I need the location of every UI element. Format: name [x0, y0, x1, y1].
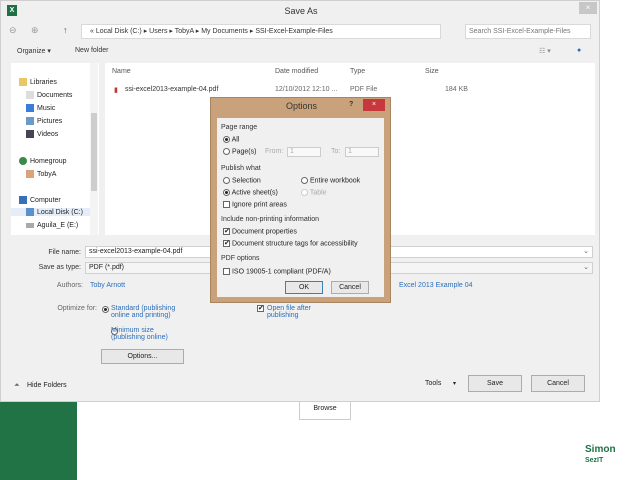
- publish-what-heading: Publish what: [221, 165, 261, 172]
- ok-button[interactable]: OK: [285, 281, 323, 294]
- file-type: PDF File: [350, 86, 378, 93]
- file-name-label: File name:: [48, 249, 81, 256]
- breadcrumb-item[interactable]: Local Disk (C:): [96, 28, 142, 35]
- save-button[interactable]: Save: [468, 375, 522, 392]
- help-icon[interactable]: ●: [577, 47, 581, 54]
- document-properties-checkbox[interactable]: ✔ Document properties: [223, 228, 297, 235]
- tools-menu[interactable]: Tools: [425, 380, 441, 387]
- column-type[interactable]: Type: [350, 68, 365, 75]
- sidebar-item-tobya[interactable]: TobyA: [26, 170, 56, 178]
- pdf-icon: ▮: [114, 87, 118, 94]
- back-icon[interactable]: ⊖: [9, 25, 17, 36]
- column-name[interactable]: Name: [112, 68, 131, 75]
- standard-label[interactable]: Standard (publishing online and printing…: [111, 305, 191, 319]
- sidebar-item-aguila[interactable]: Aguila_E (E:): [26, 222, 78, 229]
- sidebar-item-documents[interactable]: Documents: [26, 91, 72, 99]
- file-size: 184 KB: [445, 86, 468, 93]
- new-folder-button[interactable]: New folder: [75, 47, 108, 54]
- sidebar-item-computer[interactable]: Computer: [19, 196, 61, 204]
- all-radio[interactable]: All: [223, 136, 239, 143]
- standard-radio[interactable]: [102, 306, 109, 313]
- sidebar-item-local-disk[interactable]: Local Disk (C:): [11, 208, 91, 216]
- page-range-heading: Page range: [221, 124, 258, 131]
- search-input[interactable]: Search SSI-Excel-Example-Files: [465, 24, 591, 39]
- sidebar-item-libraries[interactable]: Libraries: [19, 78, 57, 86]
- navigation-pane: Libraries Documents Music Pictures Video…: [11, 63, 99, 235]
- sidebar-item-videos[interactable]: Videos: [26, 130, 58, 138]
- save-type-label: Save as type:: [38, 264, 81, 271]
- sidebar-item-pictures[interactable]: Pictures: [26, 117, 62, 125]
- from-spinner[interactable]: 1: [287, 147, 321, 157]
- file-date: 12/10/2012 12:10 ...: [275, 86, 338, 93]
- options-cancel-button[interactable]: Cancel: [331, 281, 369, 294]
- simonsezit-logo: Simon SezIT: [585, 444, 616, 465]
- breadcrumb-item[interactable]: SSI-Excel-Example-Files: [255, 28, 332, 35]
- pdf-options-heading: PDF options: [221, 255, 260, 262]
- breadcrumb-item[interactable]: Users: [149, 28, 167, 35]
- tools-dropdown-icon[interactable]: ▾: [453, 380, 456, 387]
- open-after-checkbox[interactable]: ✔: [257, 305, 264, 312]
- options-dialog: Options ? × Page range All Page(s) From:…: [210, 97, 391, 303]
- open-after-label[interactable]: Open file after publishing: [267, 305, 327, 319]
- close-button[interactable]: ×: [579, 2, 597, 14]
- active-sheets-radio[interactable]: Active sheet(s): [223, 189, 278, 196]
- sidebar-item-music[interactable]: Music: [26, 104, 55, 112]
- options-button[interactable]: Options...: [101, 349, 184, 364]
- to-label: To:: [331, 148, 341, 155]
- title-value[interactable]: Excel 2013 Example 04: [399, 282, 473, 289]
- view-icon[interactable]: ☷ ▾: [539, 47, 551, 55]
- column-size[interactable]: Size: [425, 68, 439, 75]
- forward-icon[interactable]: ⊕: [31, 25, 39, 36]
- to-spinner[interactable]: 1: [345, 147, 379, 157]
- help-button[interactable]: ?: [349, 101, 353, 108]
- selection-radio[interactable]: Selection: [223, 177, 261, 184]
- non-printing-heading: Include non-printing information: [221, 216, 320, 223]
- sidebar-item-homegroup[interactable]: Homegroup: [19, 157, 67, 165]
- breadcrumb-item[interactable]: My Documents: [201, 28, 248, 35]
- breadcrumb-overflow[interactable]: «: [90, 28, 94, 35]
- excel-green-panel: [0, 402, 77, 480]
- column-date[interactable]: Date modified: [275, 68, 318, 75]
- dialog-title: Save As: [284, 6, 318, 16]
- iso-checkbox[interactable]: ISO 19005-1 compliant (PDF/A): [223, 268, 331, 275]
- authors-value[interactable]: Toby Arnott: [90, 282, 125, 289]
- options-close-button[interactable]: ×: [363, 99, 385, 111]
- authors-label: Authors:: [56, 282, 83, 289]
- breadcrumb-item[interactable]: TobyA: [175, 28, 194, 35]
- sidebar-scroll-thumb[interactable]: [91, 113, 97, 191]
- from-label: From:: [265, 148, 284, 155]
- pages-radio[interactable]: Page(s): [223, 148, 256, 155]
- entire-workbook-radio[interactable]: Entire workbook: [301, 177, 360, 184]
- ignore-print-areas-checkbox[interactable]: Ignore print areas: [223, 201, 287, 208]
- optimize-label: Optimize for:: [57, 305, 97, 312]
- table-radio: Table: [301, 189, 327, 196]
- minimum-label[interactable]: Minimum size (publishing online): [111, 327, 183, 341]
- structure-tags-checkbox[interactable]: ✔ Document structure tags for accessibil…: [223, 240, 358, 247]
- file-name: ssi-excel2013-example-04.pdf: [125, 86, 219, 93]
- hide-folders-button[interactable]: Hide Folders: [27, 382, 67, 389]
- up-icon[interactable]: ↑: [63, 25, 68, 35]
- address-bar[interactable]: « Local Disk (C:) ▸ Users ▸ TobyA ▸ My D…: [81, 24, 441, 39]
- hide-folders-icon[interactable]: ⏶: [14, 382, 20, 390]
- organize-button[interactable]: Organize ▾: [17, 47, 51, 55]
- cancel-button[interactable]: Cancel: [531, 375, 585, 392]
